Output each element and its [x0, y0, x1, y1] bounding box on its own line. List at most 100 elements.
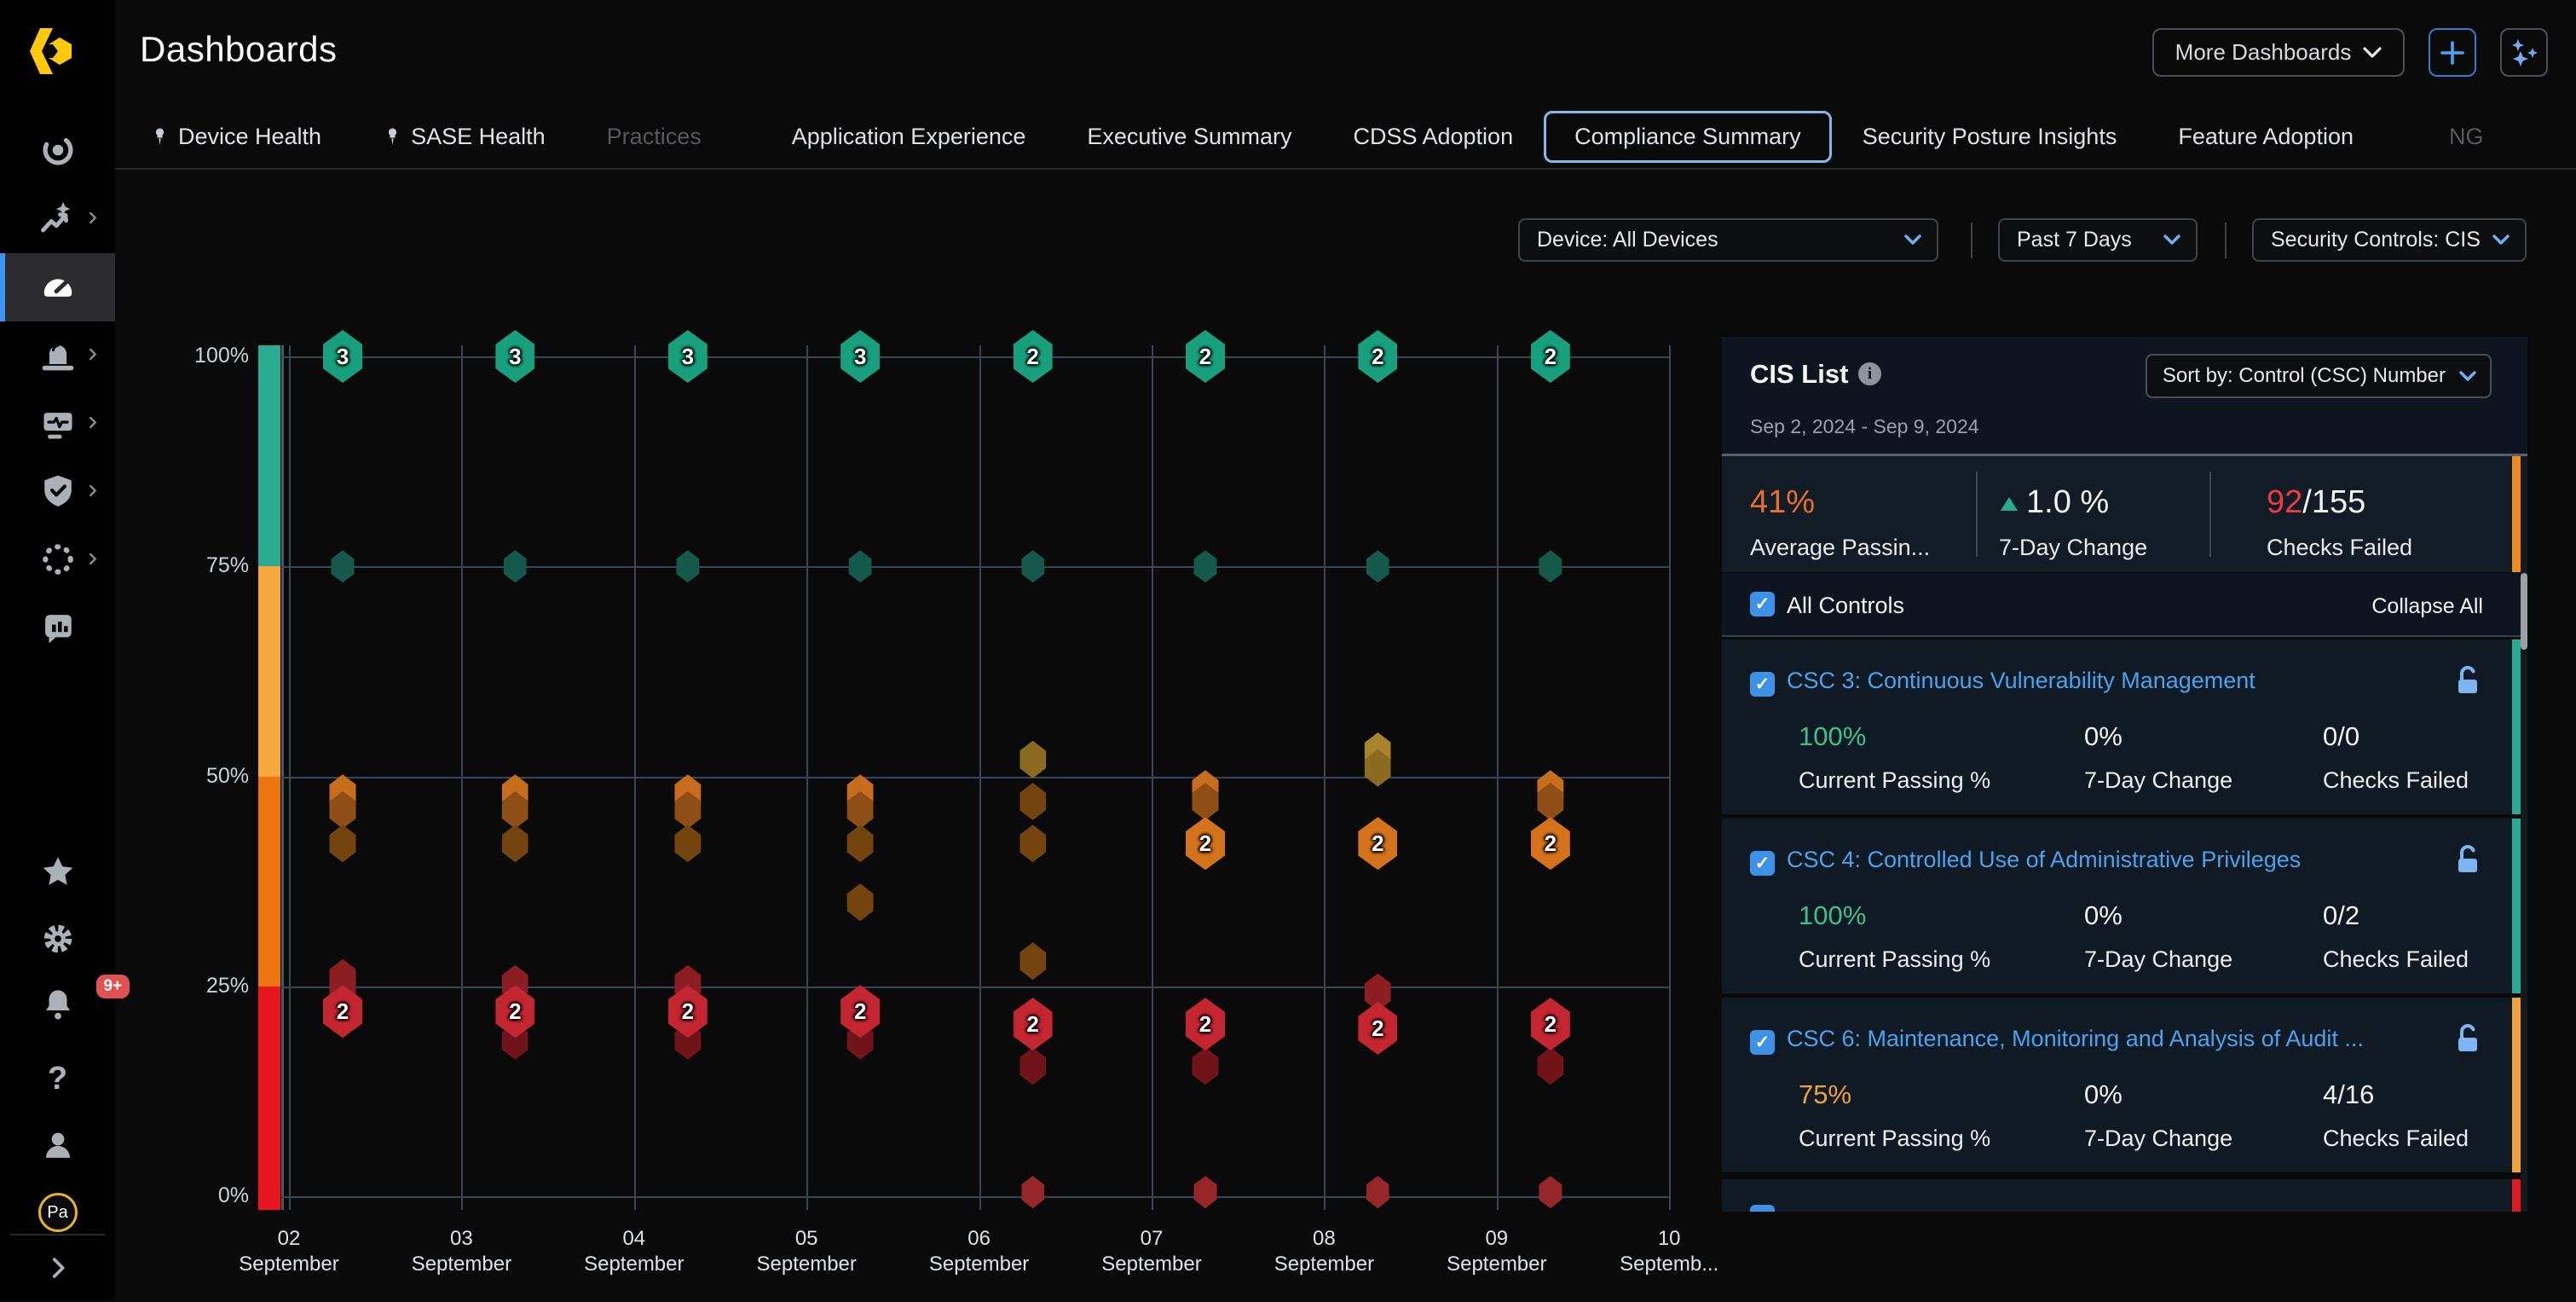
- csc-passing-value: 75%: [1799, 1079, 1851, 1110]
- sidebar-item-dashboards[interactable]: [0, 253, 115, 321]
- panel-scrollbar-track[interactable]: [2521, 456, 2527, 1212]
- sidebar-help-button[interactable]: ?: [0, 1044, 115, 1113]
- horizontal-gridline: [281, 777, 1669, 778]
- sidebar-user-button[interactable]: [0, 1113, 115, 1181]
- all-controls-checkbox[interactable]: ✓: [1750, 592, 1775, 616]
- data-point-hexagon[interactable]: [1366, 1176, 1389, 1208]
- x-axis-label: 02September: [212, 1226, 366, 1277]
- data-point-hexagon[interactable]: [1019, 942, 1046, 980]
- csc-title-link[interactable]: CSC 6: Maintenance, Monitoring and Analy…: [1787, 1026, 2364, 1052]
- sort-by-dropdown[interactable]: Sort by: Control (CSC) Number: [2146, 354, 2492, 398]
- data-point-hexagon[interactable]: [1019, 825, 1046, 862]
- data-point-hexagon[interactable]: 2: [323, 985, 362, 1038]
- data-point-hexagon[interactable]: [1194, 1176, 1217, 1208]
- data-point-hexagon[interactable]: [1194, 550, 1217, 582]
- csc-row: ✓ CSC 4: Controlled Use of Administrative…: [1722, 819, 2527, 993]
- csc-failed-label: Checks Failed: [2323, 946, 2469, 973]
- sidebar-notifications-bell-button[interactable]: 9+: [0, 972, 115, 1040]
- data-point-hexagon[interactable]: [1539, 1176, 1562, 1208]
- sidebar-favorites-star-button[interactable]: [0, 840, 115, 908]
- data-point-hexagon[interactable]: [1021, 1176, 1044, 1208]
- data-point-hexagon[interactable]: 2: [1358, 1002, 1397, 1055]
- sidebar-item-automation[interactable]: [0, 527, 115, 595]
- data-point-hexagon[interactable]: [847, 825, 874, 862]
- data-point-hexagon[interactable]: [504, 550, 527, 582]
- data-point-hexagon[interactable]: 2: [1531, 998, 1570, 1050]
- sidebar-item-devices[interactable]: [0, 391, 115, 459]
- data-point-count: 2: [1199, 344, 1211, 370]
- help-icon: ?: [48, 1061, 67, 1097]
- data-point-hexagon[interactable]: 2: [495, 985, 534, 1038]
- summary-severity-bar: [2512, 456, 2521, 572]
- data-point-hexagon[interactable]: [676, 550, 699, 582]
- process-dots-icon: [39, 541, 77, 582]
- cis-date-range: Sep 2, 2024 - Sep 9, 2024: [1750, 415, 1979, 438]
- csc-checkbox[interactable]: ✓: [1750, 672, 1775, 697]
- data-point-hexagon[interactable]: [849, 550, 872, 582]
- sidebar-item-reports[interactable]: [0, 595, 115, 663]
- data-point-hexagon[interactable]: 2: [1014, 330, 1053, 383]
- partial-checkbox[interactable]: [1750, 1205, 1775, 1212]
- data-point-hexagon[interactable]: [1366, 550, 1389, 582]
- data-point-hexagon[interactable]: [330, 825, 356, 862]
- data-point-hexagon[interactable]: [502, 825, 528, 862]
- csc-row: ✓ CSC 6: Maintenance, Monitoring and Anal…: [1722, 998, 2527, 1172]
- data-point-hexagon[interactable]: 2: [1358, 330, 1397, 383]
- unlock-icon[interactable]: [2455, 665, 2481, 702]
- data-point-count: 2: [337, 998, 349, 1025]
- data-point-count: 2: [1545, 830, 1557, 857]
- data-point-hexagon[interactable]: 2: [1186, 998, 1225, 1050]
- x-axis-label: 10Septemb...: [1592, 1226, 1746, 1277]
- data-point-hexagon[interactable]: [332, 550, 355, 582]
- horizontal-gridline: [281, 356, 1669, 358]
- unlock-icon[interactable]: [2455, 844, 2481, 881]
- data-point-hexagon[interactable]: [674, 825, 701, 862]
- data-point-hexagon[interactable]: 2: [1531, 330, 1570, 383]
- data-point-hexagon[interactable]: [1019, 741, 1046, 778]
- security-shield-icon: [40, 473, 76, 513]
- sidebar-settings-gear-button[interactable]: [0, 906, 115, 975]
- sidebar-item-security[interactable]: [0, 459, 115, 527]
- data-point-hexagon[interactable]: [1019, 783, 1046, 820]
- sidebar-item-alerts[interactable]: [0, 322, 115, 391]
- data-point-hexagon[interactable]: [1537, 1047, 1563, 1085]
- data-point-hexagon[interactable]: 2: [668, 985, 708, 1038]
- chevron-right-icon: [84, 209, 102, 232]
- csc-checkbox[interactable]: ✓: [1750, 1030, 1775, 1055]
- data-point-count: 2: [1372, 830, 1383, 857]
- data-point-hexagon[interactable]: 2: [1186, 817, 1225, 870]
- sidebar-item-insights[interactable]: [0, 186, 115, 254]
- info-icon[interactable]: i: [1858, 362, 1881, 385]
- data-point-hexagon[interactable]: 3: [495, 330, 534, 383]
- data-point-hexagon[interactable]: [1021, 550, 1044, 582]
- csc-checkbox[interactable]: ✓: [1750, 851, 1775, 876]
- data-point-hexagon[interactable]: 3: [668, 330, 708, 383]
- data-point-hexagon[interactable]: 2: [1014, 998, 1053, 1050]
- sidebar-expand-button[interactable]: [0, 1234, 115, 1302]
- y-axis-tick: 50%: [172, 764, 249, 789]
- data-point-hexagon[interactable]: [847, 883, 874, 921]
- data-point-hexagon[interactable]: [1019, 1047, 1046, 1085]
- data-point-hexagon[interactable]: 3: [840, 330, 880, 383]
- data-point-hexagon[interactable]: 2: [1358, 817, 1397, 870]
- csc-title-link[interactable]: CSC 4: Controlled Use of Administrative …: [1787, 847, 2301, 873]
- data-point-hexagon[interactable]: 2: [1186, 330, 1225, 383]
- panel-divider: [1722, 635, 2527, 637]
- data-point-count: 2: [1026, 1011, 1038, 1038]
- panel-scrollbar-thumb[interactable]: [2521, 573, 2527, 650]
- unlock-icon[interactable]: [2455, 1023, 2481, 1060]
- data-point-hexagon[interactable]: [1539, 550, 1562, 582]
- data-point-count: 2: [1199, 830, 1211, 857]
- csc-title-link[interactable]: CSC 3: Continuous Vulnerability Manageme…: [1787, 668, 2255, 694]
- insights-trend-icon: [40, 200, 76, 240]
- cis-list-panel: CIS List i Sort by: Control (CSC) Number…: [1722, 337, 2527, 1212]
- sidebar-item-command-center[interactable]: [0, 118, 115, 186]
- radar-icon: [40, 132, 76, 172]
- data-point-hexagon[interactable]: [1193, 1047, 1219, 1085]
- data-point-hexagon[interactable]: 3: [323, 330, 362, 383]
- collapse-all-button[interactable]: Collapse All: [2371, 594, 2483, 619]
- data-point-hexagon[interactable]: 2: [1531, 817, 1570, 870]
- x-axis-label: 05September: [730, 1226, 883, 1277]
- panw-logo-icon[interactable]: [27, 26, 80, 81]
- data-point-hexagon[interactable]: 2: [840, 985, 880, 1038]
